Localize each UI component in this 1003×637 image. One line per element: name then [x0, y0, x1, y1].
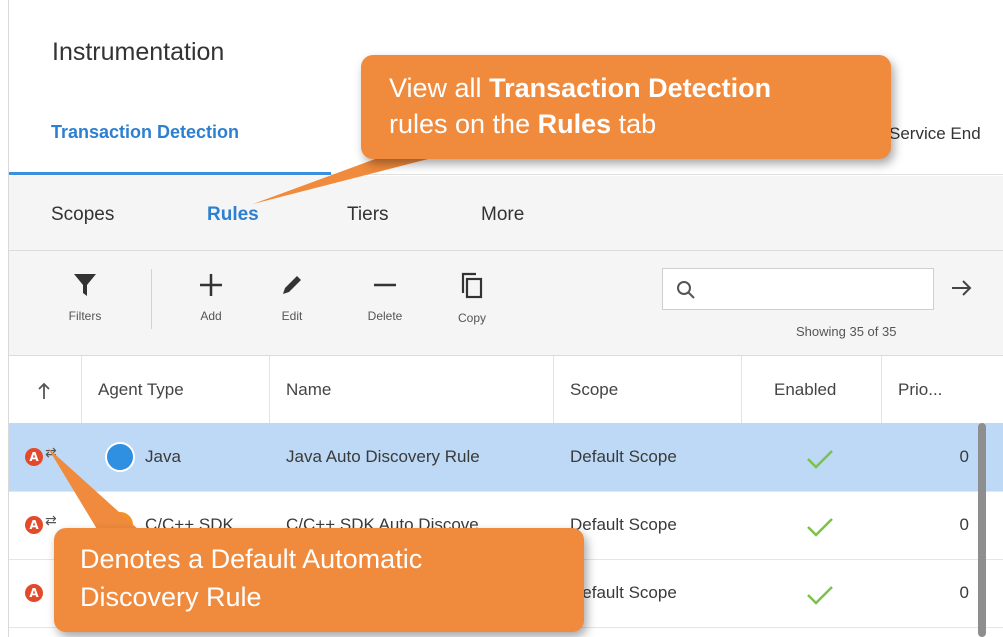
- enabled-check-icon: [807, 518, 833, 537]
- subnav-scopes[interactable]: Scopes: [51, 204, 114, 226]
- pencil-icon: [283, 276, 301, 294]
- table-row[interactable]: A ⇄ Java Java Auto Discovery Rule Defaul…: [9, 423, 1003, 492]
- scrollbar[interactable]: [978, 423, 986, 637]
- callout-line: Discovery Rule: [80, 582, 262, 612]
- edit-button[interactable]: Edit: [252, 271, 332, 323]
- priority-cell: 0: [959, 447, 969, 466]
- subnav-rules[interactable]: Rules: [207, 204, 259, 226]
- toolbar: Filters Add Edit Delete Copy Showing 35 …: [9, 251, 1003, 356]
- scope-cell: Default Scope: [570, 583, 677, 602]
- tab-service-endpoints[interactable]: Service End: [889, 124, 981, 144]
- copy-icon: [461, 272, 483, 299]
- callout-bold-text: Transaction Detection: [489, 73, 772, 103]
- filters-button[interactable]: Filters: [45, 271, 125, 323]
- add-label: Add: [200, 309, 222, 323]
- swap-icon: ⇄: [45, 513, 57, 529]
- callout-text: View all: [389, 73, 490, 103]
- column-scope[interactable]: Scope: [554, 356, 742, 423]
- enabled-check-icon: [807, 586, 833, 605]
- results-count: Showing 35 of 35: [796, 324, 897, 339]
- toolbar-separator: [151, 269, 152, 329]
- copy-button[interactable]: Copy: [432, 271, 512, 325]
- column-priority[interactable]: Prio...: [882, 356, 1003, 423]
- copy-label: Copy: [457, 311, 486, 325]
- search-icon: [677, 281, 695, 299]
- subnav-tiers[interactable]: Tiers: [347, 204, 389, 226]
- subnav-more[interactable]: More: [481, 204, 524, 226]
- callout-line: Denotes a Default Automatic: [80, 544, 423, 574]
- priority-cell: 0: [959, 583, 969, 602]
- auto-discovery-badge-icon: A: [25, 448, 43, 466]
- filter-icon: [74, 274, 96, 296]
- tab-transaction-detection[interactable]: Transaction Detection: [51, 122, 239, 143]
- auto-discovery-badge-icon: A: [25, 516, 43, 534]
- callout-text: rules on the: [389, 109, 538, 139]
- arrow-right-icon[interactable]: [949, 276, 975, 300]
- swap-icon: ⇄: [45, 445, 57, 461]
- delete-button[interactable]: Delete: [345, 271, 425, 323]
- scope-cell: Default Scope: [570, 515, 677, 534]
- auto-discovery-badge-icon: A: [25, 584, 43, 602]
- name-cell: Java Auto Discovery Rule: [286, 447, 480, 466]
- java-agent-icon: [105, 442, 135, 472]
- default-rule-callout: Denotes a Default Automatic Discovery Ru…: [54, 528, 584, 632]
- scope-cell: Default Scope: [570, 447, 677, 466]
- page-title: Instrumentation: [52, 38, 225, 66]
- callout-text: tab: [611, 109, 657, 139]
- search-input[interactable]: [662, 268, 934, 310]
- minus-icon: [374, 283, 396, 287]
- plus-icon: [200, 274, 222, 296]
- delete-label: Delete: [367, 309, 403, 323]
- filters-label: Filters: [68, 309, 102, 323]
- rules-tab-callout: View all Transaction Detection rules on …: [361, 55, 891, 159]
- enabled-check-icon: [807, 450, 833, 469]
- agent-type-cell: Java: [145, 447, 181, 466]
- add-button[interactable]: Add: [171, 271, 251, 323]
- column-enabled[interactable]: Enabled: [742, 356, 882, 423]
- active-tab-indicator: [9, 172, 331, 175]
- sub-navigation: Scopes Rules Tiers More: [9, 176, 1003, 251]
- sort-column[interactable]: [9, 356, 82, 423]
- tab-divider: [331, 174, 1003, 175]
- priority-cell: 0: [959, 515, 969, 534]
- column-agent-type[interactable]: Agent Type: [82, 356, 270, 423]
- edit-label: Edit: [281, 309, 303, 323]
- column-name[interactable]: Name: [270, 356, 554, 423]
- callout-bold-text: Rules: [537, 109, 612, 139]
- sort-arrow-up-icon: [38, 382, 50, 399]
- table-header: Agent Type Name Scope Enabled Prio...: [9, 356, 1003, 424]
